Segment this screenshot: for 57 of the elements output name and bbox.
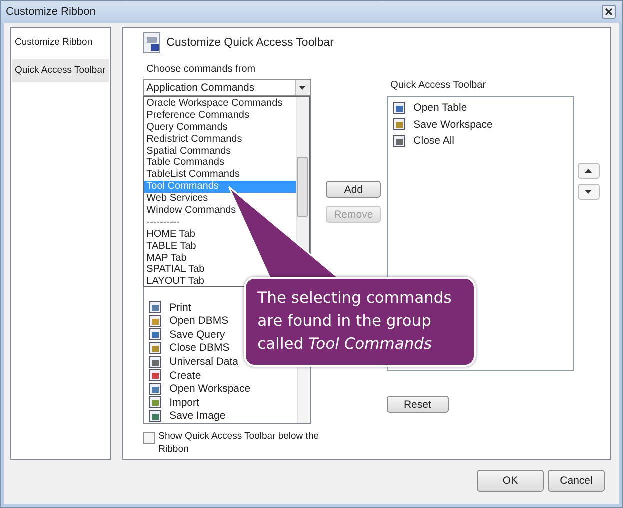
document-icon xyxy=(148,301,162,314)
dropdown-option[interactable]: Web Services xyxy=(144,193,296,206)
document-icon xyxy=(148,410,162,423)
list-item[interactable]: Open Table xyxy=(414,102,468,114)
list-item[interactable]: Universal Data xyxy=(170,356,239,368)
caret-icon xyxy=(299,86,306,90)
toolbar-icon xyxy=(142,32,161,54)
list-item[interactable]: Save Workspace xyxy=(414,118,493,131)
list-item[interactable]: Import xyxy=(170,396,200,409)
down-icon xyxy=(585,190,592,194)
list-item[interactable]: Print xyxy=(170,302,192,314)
document-icon xyxy=(148,314,162,328)
sidebar-item[interactable]: Quick Access Toolbar xyxy=(12,59,109,82)
up-icon xyxy=(585,169,592,173)
document-icon xyxy=(148,396,162,410)
cancel-button[interactable]: Cancel xyxy=(548,470,605,492)
callout-text: The selecting commands are found in the group called Tool Commands xyxy=(258,288,453,355)
dropdown-option[interactable]: Preference Commands xyxy=(144,110,296,122)
sidebar-item[interactable]: Customize Ribbon xyxy=(12,31,109,54)
dropdown-option[interactable]: Redistrict Commands xyxy=(144,134,296,146)
list-label: Quick Access Toolbar xyxy=(390,80,488,91)
reset-button[interactable]: Reset xyxy=(386,396,449,413)
commands-dropdown[interactable]: Application Commands xyxy=(142,79,311,96)
list-item[interactable]: Save Image xyxy=(170,410,226,422)
add-button[interactable]: Add xyxy=(326,181,382,198)
document-icon xyxy=(148,382,162,396)
list-item[interactable]: Open Workspace xyxy=(170,383,251,396)
dropdown-option[interactable]: Spatial Commands xyxy=(144,146,296,158)
close-button[interactable] xyxy=(602,5,616,19)
document-icon xyxy=(392,118,406,132)
checkbox-label: Show Quick Access Toolbar below the Ribbon xyxy=(158,430,320,456)
window-title: Customize Ribbon xyxy=(6,6,96,18)
section-title: Customize Quick Access Toolbar xyxy=(166,37,334,49)
document-icon xyxy=(148,369,162,382)
document-icon xyxy=(148,342,162,355)
document-icon xyxy=(148,328,162,342)
dropdown-option[interactable]: HOME Tab xyxy=(144,228,296,241)
dropdown-option[interactable]: Query Commands xyxy=(144,122,296,134)
dropdown-option[interactable]: Window Commands xyxy=(144,205,296,217)
list-item[interactable]: Create xyxy=(170,370,202,382)
close-icon xyxy=(605,8,613,16)
list-item[interactable]: Save Query xyxy=(170,328,226,341)
checkbox[interactable] xyxy=(142,432,155,444)
dropdown-option[interactable]: ---------- xyxy=(144,216,296,229)
dropdown-option[interactable]: Oracle Workspace Commands xyxy=(144,98,296,110)
list-item[interactable]: Close All xyxy=(414,135,455,148)
move-down-button[interactable] xyxy=(578,184,600,200)
list-item[interactable]: Close DBMS xyxy=(170,342,230,354)
move-up-button[interactable] xyxy=(578,163,600,179)
ok-button[interactable]: OK xyxy=(477,470,544,492)
field-label: Choose commands from xyxy=(146,64,257,75)
list-item[interactable]: Open DBMS xyxy=(170,315,229,328)
document-icon xyxy=(392,134,406,148)
dropdown-option[interactable]: Table Commands xyxy=(144,157,296,170)
document-icon xyxy=(392,102,406,115)
document-icon xyxy=(148,356,162,369)
dropdown-option[interactable]: TableList Commands xyxy=(144,169,296,182)
